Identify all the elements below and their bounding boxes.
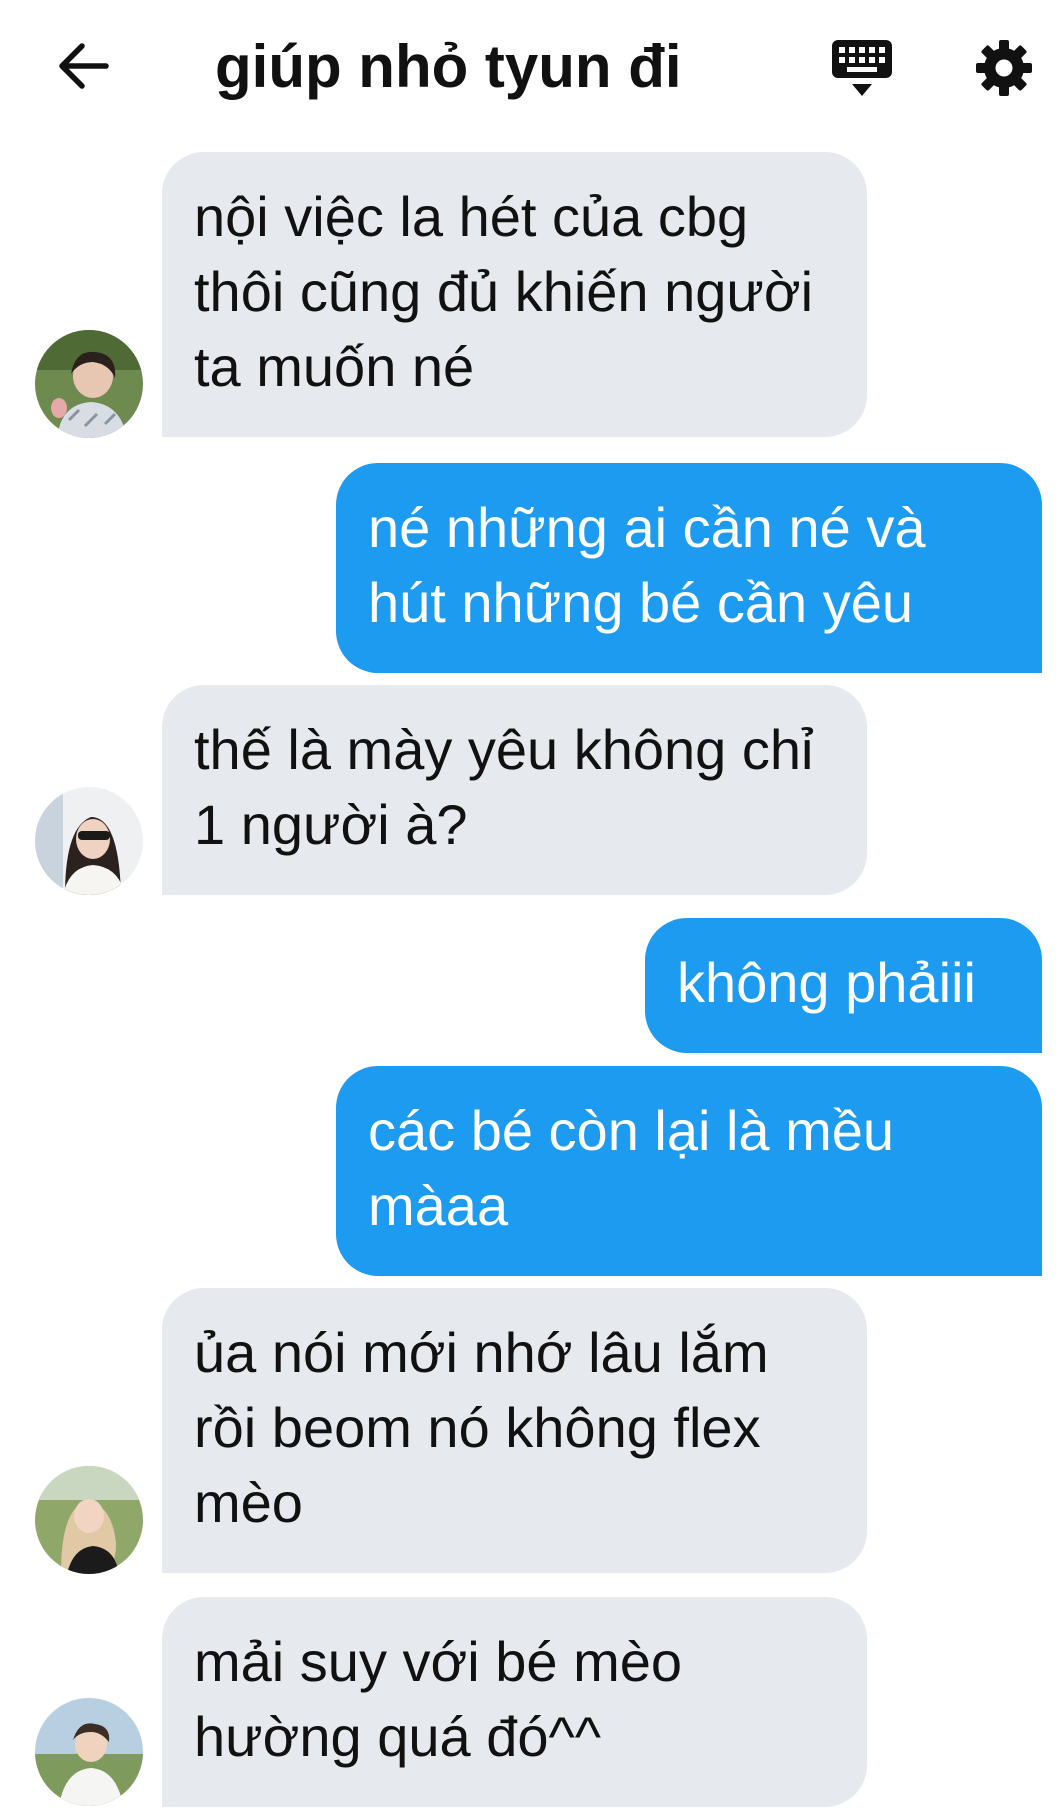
message-bubble-incoming[interactable]: mải suy với bé mèo hường quá đó^^	[162, 1597, 867, 1807]
message-bubble-incoming[interactable]: nội việc la hét của cbg thôi cũng đủ khi…	[162, 152, 867, 437]
avatar-image	[35, 1466, 143, 1574]
message-bubble-outgoing[interactable]: không phảiii	[645, 918, 1042, 1053]
settings-button[interactable]	[966, 30, 1042, 106]
message-bubble-outgoing[interactable]: các bé còn lại là mều màaa	[336, 1066, 1042, 1276]
message-bubble-incoming[interactable]: thế là mày yêu không chỉ 1 người à?	[162, 685, 867, 895]
avatar[interactable]	[35, 1698, 143, 1806]
avatar[interactable]	[35, 1466, 143, 1574]
back-button[interactable]	[48, 30, 120, 102]
keyboard-icon	[832, 40, 892, 96]
avatar-image	[35, 330, 143, 438]
avatar[interactable]	[35, 330, 143, 438]
arrow-left-icon	[59, 43, 109, 89]
avatar[interactable]	[35, 787, 143, 895]
conversation-title: giúp nhỏ tyun đi	[215, 33, 682, 100]
gear-icon	[976, 40, 1032, 96]
message-bubble-outgoing[interactable]: né những ai cần né và hút những bé cần y…	[336, 463, 1042, 673]
avatar-image	[35, 787, 143, 895]
message-bubble-incoming[interactable]: ủa nói mới nhớ lâu lắm rồi beom nó không…	[162, 1288, 867, 1573]
keyboard-button[interactable]	[822, 30, 902, 106]
avatar-image	[35, 1698, 143, 1806]
chat-header: giúp nhỏ tyun đi	[0, 0, 1060, 140]
